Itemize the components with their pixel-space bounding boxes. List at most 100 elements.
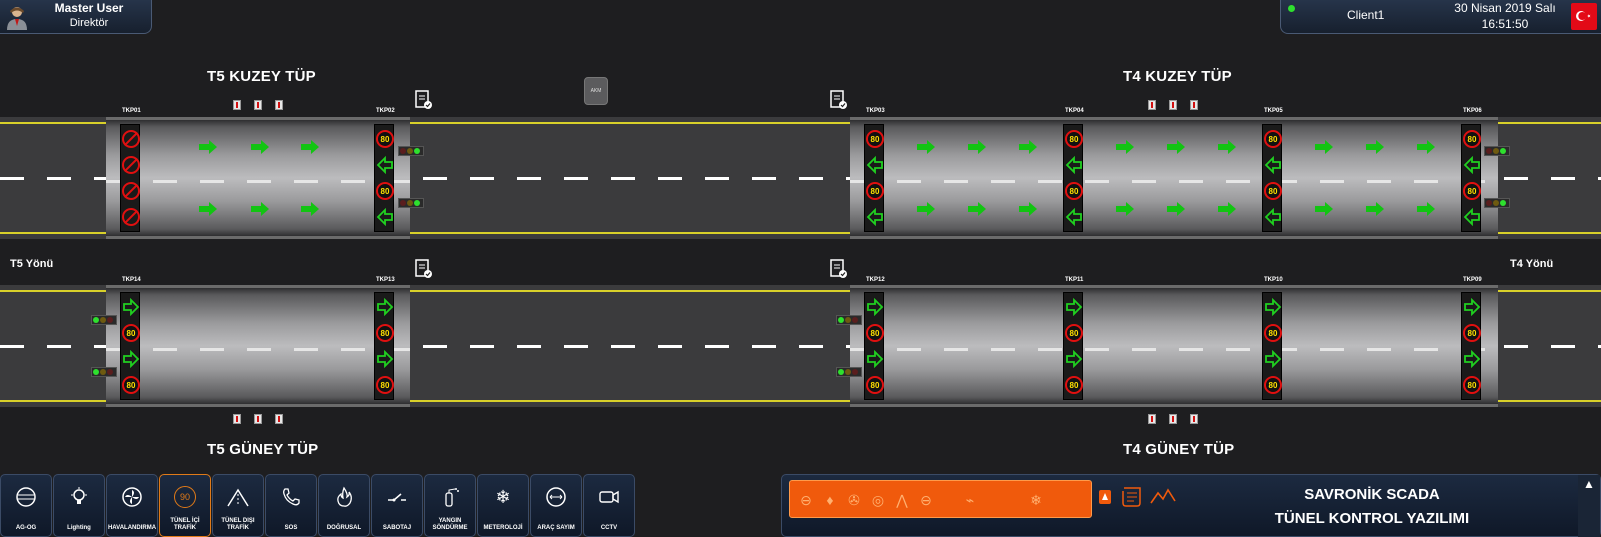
arrow-left-icon bbox=[376, 205, 394, 229]
barrier-icon[interactable] bbox=[1148, 100, 1156, 110]
alarm-warning-icon[interactable] bbox=[1099, 490, 1111, 504]
vehicle-count-button[interactable]: ARAÇ SAYIM bbox=[530, 474, 582, 537]
lane-control-panel[interactable]: 80 80 bbox=[1063, 292, 1083, 400]
current-date: 30 Nisan 2019 Salı bbox=[1454, 1, 1556, 15]
flow-arrow-icon bbox=[967, 202, 987, 221]
lane-control-panel[interactable]: 80 80 bbox=[1262, 292, 1282, 400]
turkey-flag-icon[interactable] bbox=[1571, 3, 1597, 30]
scroll-up-button[interactable]: ▲ bbox=[1578, 475, 1600, 537]
power-icon bbox=[1, 485, 51, 509]
power-icon: ⊖ bbox=[800, 491, 812, 508]
flow-arrow-icon bbox=[1365, 140, 1385, 159]
lane-control-panel[interactable]: 80 80 bbox=[374, 292, 394, 400]
vehicle-count-icon bbox=[531, 485, 581, 509]
ag-og-button[interactable]: AG-OG bbox=[0, 474, 52, 537]
vehicle-count-icon: ⊖ bbox=[920, 491, 932, 508]
arrow-right-icon bbox=[1065, 347, 1083, 371]
document-check-icon[interactable] bbox=[830, 90, 848, 110]
akm-button[interactable]: AKM bbox=[584, 77, 608, 105]
speed-limit-sign: 80 bbox=[376, 321, 394, 345]
sabotage-icon bbox=[372, 485, 422, 509]
barrier-icon[interactable] bbox=[1190, 100, 1198, 110]
toolbar-label: AG-OG bbox=[15, 525, 37, 531]
barrier-icon[interactable] bbox=[1190, 414, 1198, 424]
panel-label: TKP06 bbox=[1463, 108, 1482, 114]
trend-chart-icon[interactable] bbox=[1150, 485, 1176, 507]
lane-control-panel[interactable] bbox=[120, 124, 140, 232]
lane-control-panel[interactable]: 80 80 bbox=[1063, 124, 1083, 232]
document-check-icon[interactable] bbox=[415, 90, 433, 110]
fan-icon bbox=[107, 485, 157, 509]
meteorology-button[interactable]: ❄ METEROLOJİ bbox=[477, 474, 529, 537]
arrow-left-icon bbox=[1065, 153, 1083, 177]
lane-control-panel[interactable]: 80 80 bbox=[864, 124, 884, 232]
document-check-icon[interactable] bbox=[415, 259, 433, 279]
traffic-light[interactable] bbox=[1484, 146, 1510, 156]
lane-closed-icon bbox=[122, 205, 140, 229]
toolbar-label: TÜNEL İÇİ TRAFİK bbox=[170, 518, 200, 531]
barrier-icon[interactable] bbox=[275, 100, 283, 110]
north-road bbox=[0, 117, 1601, 239]
toolbar-label: HAVALANDIRMA bbox=[107, 525, 157, 531]
lane-control-panel[interactable]: 80 80 bbox=[120, 292, 140, 400]
arrow-right-icon bbox=[376, 347, 394, 371]
traffic-light[interactable] bbox=[398, 146, 424, 156]
panel-label: TKP04 bbox=[1065, 108, 1084, 114]
sabotage-button[interactable]: SABOTAJ bbox=[371, 474, 423, 537]
flow-arrow-icon bbox=[300, 140, 320, 159]
panel-label: TKP12 bbox=[866, 277, 885, 283]
barrier-icon[interactable] bbox=[1169, 100, 1177, 110]
traffic-light[interactable] bbox=[91, 315, 117, 325]
traffic-light[interactable] bbox=[1484, 198, 1510, 208]
linear-heat-button[interactable]: DOĞRUSAL bbox=[318, 474, 370, 537]
toolbar-label: YANGIN SÖNDÜRME bbox=[432, 518, 468, 531]
barrier-icon[interactable] bbox=[233, 100, 241, 110]
arrow-right-icon bbox=[122, 347, 140, 371]
t5-south-tube[interactable] bbox=[106, 285, 410, 407]
report-scroll-icon[interactable] bbox=[1120, 485, 1144, 509]
lane-control-panel[interactable]: 80 80 bbox=[1461, 292, 1481, 400]
south-road bbox=[0, 285, 1601, 407]
fire-extinguishing-button[interactable]: YANGIN SÖNDÜRME bbox=[424, 474, 476, 537]
barrier-icon[interactable] bbox=[1148, 414, 1156, 424]
speed-limit-value: 80 bbox=[1463, 182, 1481, 200]
cctv-button[interactable]: CCTV bbox=[583, 474, 635, 537]
speed-limit-sign: 80 bbox=[866, 321, 884, 345]
traffic-light[interactable] bbox=[398, 198, 424, 208]
t4-south-tube[interactable] bbox=[850, 285, 1498, 407]
outside-traffic-button[interactable]: TÜNEL DIŞI TRAFİK bbox=[212, 474, 264, 537]
flow-arrow-icon bbox=[250, 202, 270, 221]
user-info[interactable]: Master User Direktör bbox=[0, 0, 152, 34]
ventilation-button[interactable]: HAVALANDIRMA bbox=[106, 474, 158, 537]
lane-control-panel[interactable]: 80 80 bbox=[1461, 124, 1481, 232]
panel-label: TKP14 bbox=[122, 277, 141, 283]
speed-limit-value: 80 bbox=[866, 324, 884, 342]
speed-limit-sign: 80 bbox=[1065, 179, 1083, 203]
arrow-right-icon bbox=[1065, 295, 1083, 319]
lane-control-panel[interactable]: 80 80 bbox=[864, 292, 884, 400]
lighting-button[interactable]: Lighting bbox=[53, 474, 105, 537]
barrier-icon[interactable] bbox=[275, 414, 283, 424]
flow-arrow-icon bbox=[916, 140, 936, 159]
toolbar-label: SOS bbox=[284, 525, 298, 531]
outside-traffic-icon bbox=[213, 485, 263, 509]
lane-control-panel[interactable]: 80 80 bbox=[374, 124, 394, 232]
fan-icon: ✇ bbox=[848, 491, 860, 508]
lane-control-panel[interactable]: 80 80 bbox=[1262, 124, 1282, 232]
traffic-light[interactable] bbox=[836, 315, 862, 325]
traffic-light[interactable] bbox=[836, 367, 862, 377]
document-check-icon[interactable] bbox=[830, 259, 848, 279]
alarm-bar[interactable]: ⊖ ♦ ✇ ◎ ⋀ ⊖ ⌁ ❄ bbox=[789, 480, 1092, 518]
arrow-left-icon bbox=[376, 153, 394, 177]
speed-limit-value: 80 bbox=[1264, 130, 1282, 148]
sos-button[interactable]: SOS bbox=[265, 474, 317, 537]
traffic-light[interactable] bbox=[91, 367, 117, 377]
arrow-left-icon bbox=[866, 205, 884, 229]
barrier-icon[interactable] bbox=[254, 414, 262, 424]
app-title-line2: TÜNEL KONTROL YAZILIMI bbox=[1274, 510, 1470, 527]
tunnel-traffic-button[interactable]: 90 TÜNEL İÇİ TRAFİK bbox=[159, 474, 211, 537]
flow-arrow-icon bbox=[1416, 140, 1436, 159]
barrier-icon[interactable] bbox=[254, 100, 262, 110]
barrier-icon[interactable] bbox=[1169, 414, 1177, 424]
barrier-icon[interactable] bbox=[233, 414, 241, 424]
